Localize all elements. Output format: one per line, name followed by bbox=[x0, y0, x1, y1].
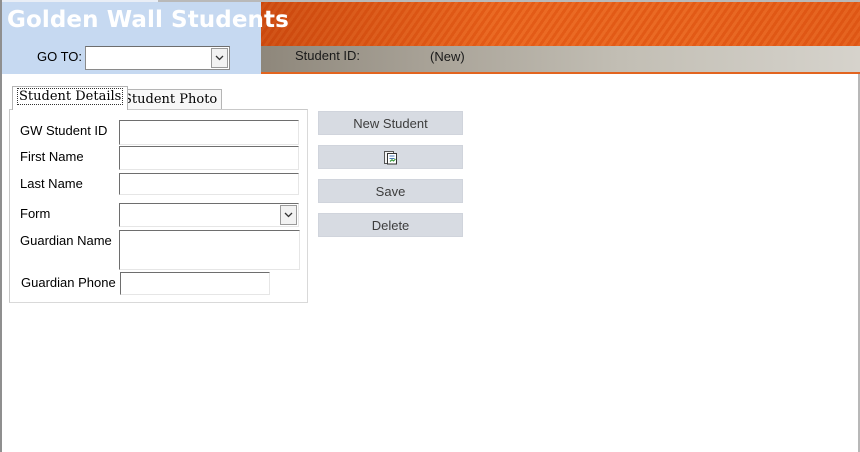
goto-combo[interactable] bbox=[85, 46, 230, 70]
chevron-down-icon bbox=[284, 212, 293, 218]
report-icon bbox=[383, 150, 397, 164]
header-divider bbox=[261, 72, 860, 74]
guardian-phone-field[interactable] bbox=[120, 272, 270, 295]
student-id-label: Student ID: bbox=[295, 48, 361, 63]
app-title: Golden Wall Students bbox=[7, 7, 289, 33]
form-label: Form bbox=[20, 206, 51, 221]
student-id-value: (New) bbox=[430, 49, 465, 64]
tab-student-details-label: Student Details bbox=[17, 88, 124, 105]
gw-student-id-field[interactable] bbox=[119, 120, 299, 145]
new-student-button[interactable]: New Student bbox=[318, 111, 463, 135]
chevron-down-icon bbox=[215, 55, 224, 61]
report-button[interactable] bbox=[318, 145, 463, 169]
guardian-name-label: Guardian Name bbox=[20, 233, 112, 248]
form-dropdown-button[interactable] bbox=[280, 205, 297, 225]
tab-student-photo-label: Student Photo bbox=[123, 92, 218, 107]
first-name-field[interactable] bbox=[119, 146, 299, 170]
gw-student-id-label: GW Student ID bbox=[20, 123, 108, 138]
last-name-label: Last Name bbox=[20, 176, 83, 191]
delete-button[interactable]: Delete bbox=[318, 213, 463, 237]
save-button[interactable]: Save bbox=[318, 179, 463, 203]
guardian-phone-label: Guardian Phone bbox=[21, 275, 116, 290]
first-name-label: First Name bbox=[20, 149, 84, 164]
form-combo[interactable] bbox=[119, 203, 299, 227]
header-banner bbox=[261, 2, 860, 46]
last-name-field[interactable] bbox=[119, 173, 299, 195]
goto-label: GO TO: bbox=[37, 49, 83, 64]
tab-student-photo[interactable]: Student Photo bbox=[118, 89, 223, 110]
goto-dropdown-button[interactable] bbox=[211, 48, 228, 68]
tab-student-details[interactable]: Student Details bbox=[12, 86, 129, 110]
guardian-name-field[interactable] bbox=[119, 230, 300, 270]
